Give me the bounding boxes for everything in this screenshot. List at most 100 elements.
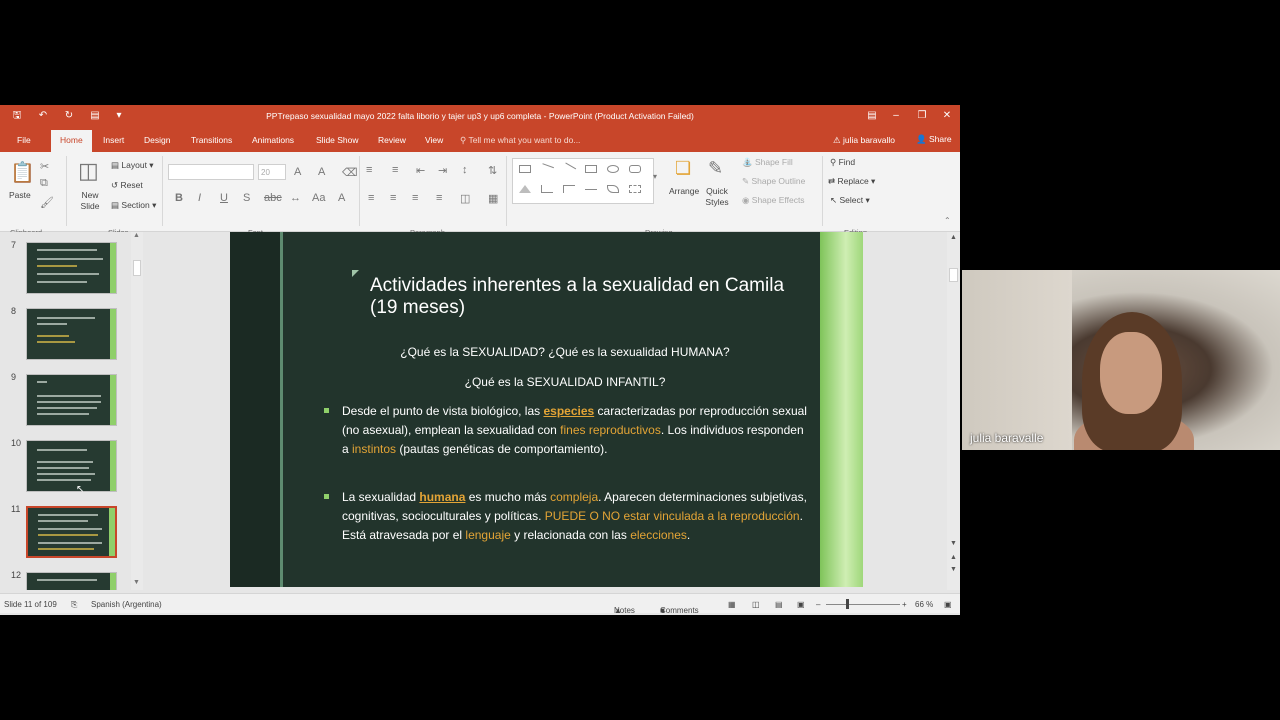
quick-styles-label[interactable]: Quick Styles <box>704 186 730 208</box>
text-direction-icon[interactable]: ⇅ <box>488 164 497 177</box>
slide-title[interactable]: Actividades inherentes a la sexualidad e… <box>370 275 790 319</box>
slide-thumbnail[interactable] <box>26 242 117 294</box>
shapes-gallery[interactable] <box>512 158 654 204</box>
quick-styles-icon[interactable]: ✎ <box>708 158 723 179</box>
new-slide-icon[interactable]: ◫ <box>78 158 99 184</box>
shape-effects-button[interactable]: ◉ Shape Effects <box>742 195 805 206</box>
paste-icon[interactable]: 📋 <box>10 160 35 185</box>
copy-icon[interactable]: ⧉ <box>40 177 48 190</box>
tab-transitions[interactable]: Transitions <box>191 135 232 145</box>
triangle-shape-icon[interactable] <box>519 185 531 193</box>
share-button[interactable]: 👤 Share <box>916 134 952 145</box>
scroll-up-icon[interactable]: ▲ <box>133 232 140 239</box>
zoom-out-icon[interactable]: – <box>816 600 820 609</box>
slide-scrollbar[interactable]: ▲ ▼ ▲ ▼ <box>947 232 960 590</box>
account-user[interactable]: ⚠ julia baravallo <box>833 135 895 146</box>
rectangle-shape-icon[interactable] <box>585 165 597 173</box>
bullets-icon[interactable]: ≡ <box>366 164 372 176</box>
scroll-up-icon[interactable]: ▲ <box>947 234 960 241</box>
layout-button[interactable]: ▤ Layout ▾ <box>111 160 154 171</box>
slide-sorter-icon[interactable]: ◫ <box>752 600 760 609</box>
align-center-icon[interactable]: ≡ <box>390 192 396 204</box>
font-color-icon[interactable]: A <box>338 192 345 204</box>
slide-thumbnail-selected[interactable] <box>26 506 117 558</box>
previous-slide-icon[interactable]: ▲ <box>947 554 960 561</box>
curve-shape-icon[interactable] <box>607 185 619 193</box>
minimize-button[interactable]: – <box>884 108 908 124</box>
paste-label[interactable]: Paste <box>9 190 31 200</box>
textbox-shape-icon[interactable] <box>519 165 531 173</box>
columns-icon[interactable]: ◫ <box>460 192 470 205</box>
font-size-input[interactable]: 20 <box>258 164 286 180</box>
zoom-slider[interactable] <box>826 604 900 605</box>
freeform-shape-icon[interactable] <box>629 185 641 193</box>
decrease-indent-icon[interactable]: ⇤ <box>416 164 425 177</box>
zoom-in-icon[interactable]: + <box>902 600 907 609</box>
fit-slide-icon[interactable]: ▣ <box>944 600 952 609</box>
tab-view[interactable]: View <box>425 135 443 145</box>
cut-icon[interactable]: ✂ <box>40 160 49 173</box>
close-button[interactable]: ✕ <box>935 108 959 124</box>
maximize-button[interactable]: ❐ <box>910 108 934 124</box>
scroll-down-icon[interactable]: ▼ <box>133 579 140 586</box>
tell-me-box[interactable]: ⚲ Tell me what you want to do... <box>460 135 580 146</box>
bold-icon[interactable]: B <box>175 192 183 204</box>
arrange-label[interactable]: Arrange <box>669 186 699 196</box>
tab-slide-show[interactable]: Slide Show <box>316 135 359 145</box>
elbow-shape-icon[interactable] <box>563 185 575 193</box>
rounded-rect-shape-icon[interactable] <box>629 165 641 173</box>
slide-thumbnail[interactable] <box>26 374 117 426</box>
character-spacing-icon[interactable]: ↔ <box>290 192 301 204</box>
select-button[interactable]: ↖ Select ▾ <box>830 195 870 206</box>
collapse-ribbon-icon[interactable]: ⌃ <box>944 216 951 225</box>
reading-view-icon[interactable]: ▤ <box>775 600 783 609</box>
format-painter-icon[interactable]: 🖌 <box>40 196 54 209</box>
connector-shape-icon[interactable] <box>541 185 553 193</box>
underline-icon[interactable]: U <box>220 192 228 204</box>
tab-insert[interactable]: Insert <box>103 135 124 145</box>
current-slide[interactable]: Actividades inherentes a la sexualidad e… <box>230 232 863 587</box>
replace-button[interactable]: ⇄ Replace ▾ <box>828 176 875 187</box>
shadow-icon[interactable]: S <box>243 192 250 204</box>
tab-home[interactable]: Home <box>51 130 92 152</box>
section-button[interactable]: ▤ Section ▾ <box>111 200 156 211</box>
zoom-level[interactable]: 66 % <box>915 600 933 609</box>
decrease-font-icon[interactable]: A <box>318 166 325 178</box>
shape-outline-button[interactable]: ✎ Shape Outline <box>742 176 805 187</box>
spellcheck-icon[interactable]: ⎘ <box>71 600 77 610</box>
gallery-more-icon[interactable]: ▾ <box>653 172 657 181</box>
increase-font-icon[interactable]: A <box>294 166 301 178</box>
font-name-input[interactable] <box>168 164 254 180</box>
arrow-shape-icon[interactable] <box>561 162 577 176</box>
reset-button[interactable]: ↺ Reset <box>111 180 143 191</box>
italic-icon[interactable]: I <box>198 192 201 204</box>
align-left-icon[interactable]: ≡ <box>368 192 374 204</box>
change-case-icon[interactable]: Aa <box>312 192 325 204</box>
next-slide-icon[interactable]: ▼ <box>947 566 960 573</box>
ribbon-display-icon[interactable]: ▤ <box>860 108 884 124</box>
zoom-slider-thumb[interactable] <box>846 599 849 609</box>
tab-design[interactable]: Design <box>144 135 170 145</box>
slide-thumbnail[interactable] <box>26 572 117 590</box>
increase-indent-icon[interactable]: ⇥ <box>438 164 447 177</box>
scrollbar-thumb[interactable] <box>133 260 141 276</box>
oval-shape-icon[interactable] <box>607 165 619 173</box>
normal-view-icon[interactable]: ▦ <box>728 600 736 609</box>
slide-thumbnail[interactable] <box>26 308 117 360</box>
align-right-icon[interactable]: ≡ <box>412 192 418 204</box>
right-arrow-shape-icon[interactable] <box>585 189 597 197</box>
language-indicator[interactable]: Spanish (Argentina) <box>91 600 162 609</box>
scrollbar-thumb[interactable] <box>949 268 958 282</box>
scroll-down-icon[interactable]: ▼ <box>947 540 960 547</box>
thumbnail-scrollbar[interactable]: ▲ ▼ <box>131 232 143 590</box>
shape-fill-button[interactable]: ⛲ Shape Fill <box>742 157 793 168</box>
slide-thumbnail[interactable] <box>26 440 117 492</box>
numbering-icon[interactable]: ≡ <box>392 164 398 176</box>
tab-review[interactable]: Review <box>378 135 406 145</box>
arrange-icon[interactable]: ❏ <box>675 158 691 179</box>
slideshow-view-icon[interactable]: ▣ <box>797 600 805 609</box>
find-button[interactable]: ⚲ Find <box>830 157 855 168</box>
justify-icon[interactable]: ≡ <box>436 192 442 204</box>
tab-animations[interactable]: Animations <box>252 135 294 145</box>
new-slide-label[interactable]: New Slide <box>76 190 104 212</box>
